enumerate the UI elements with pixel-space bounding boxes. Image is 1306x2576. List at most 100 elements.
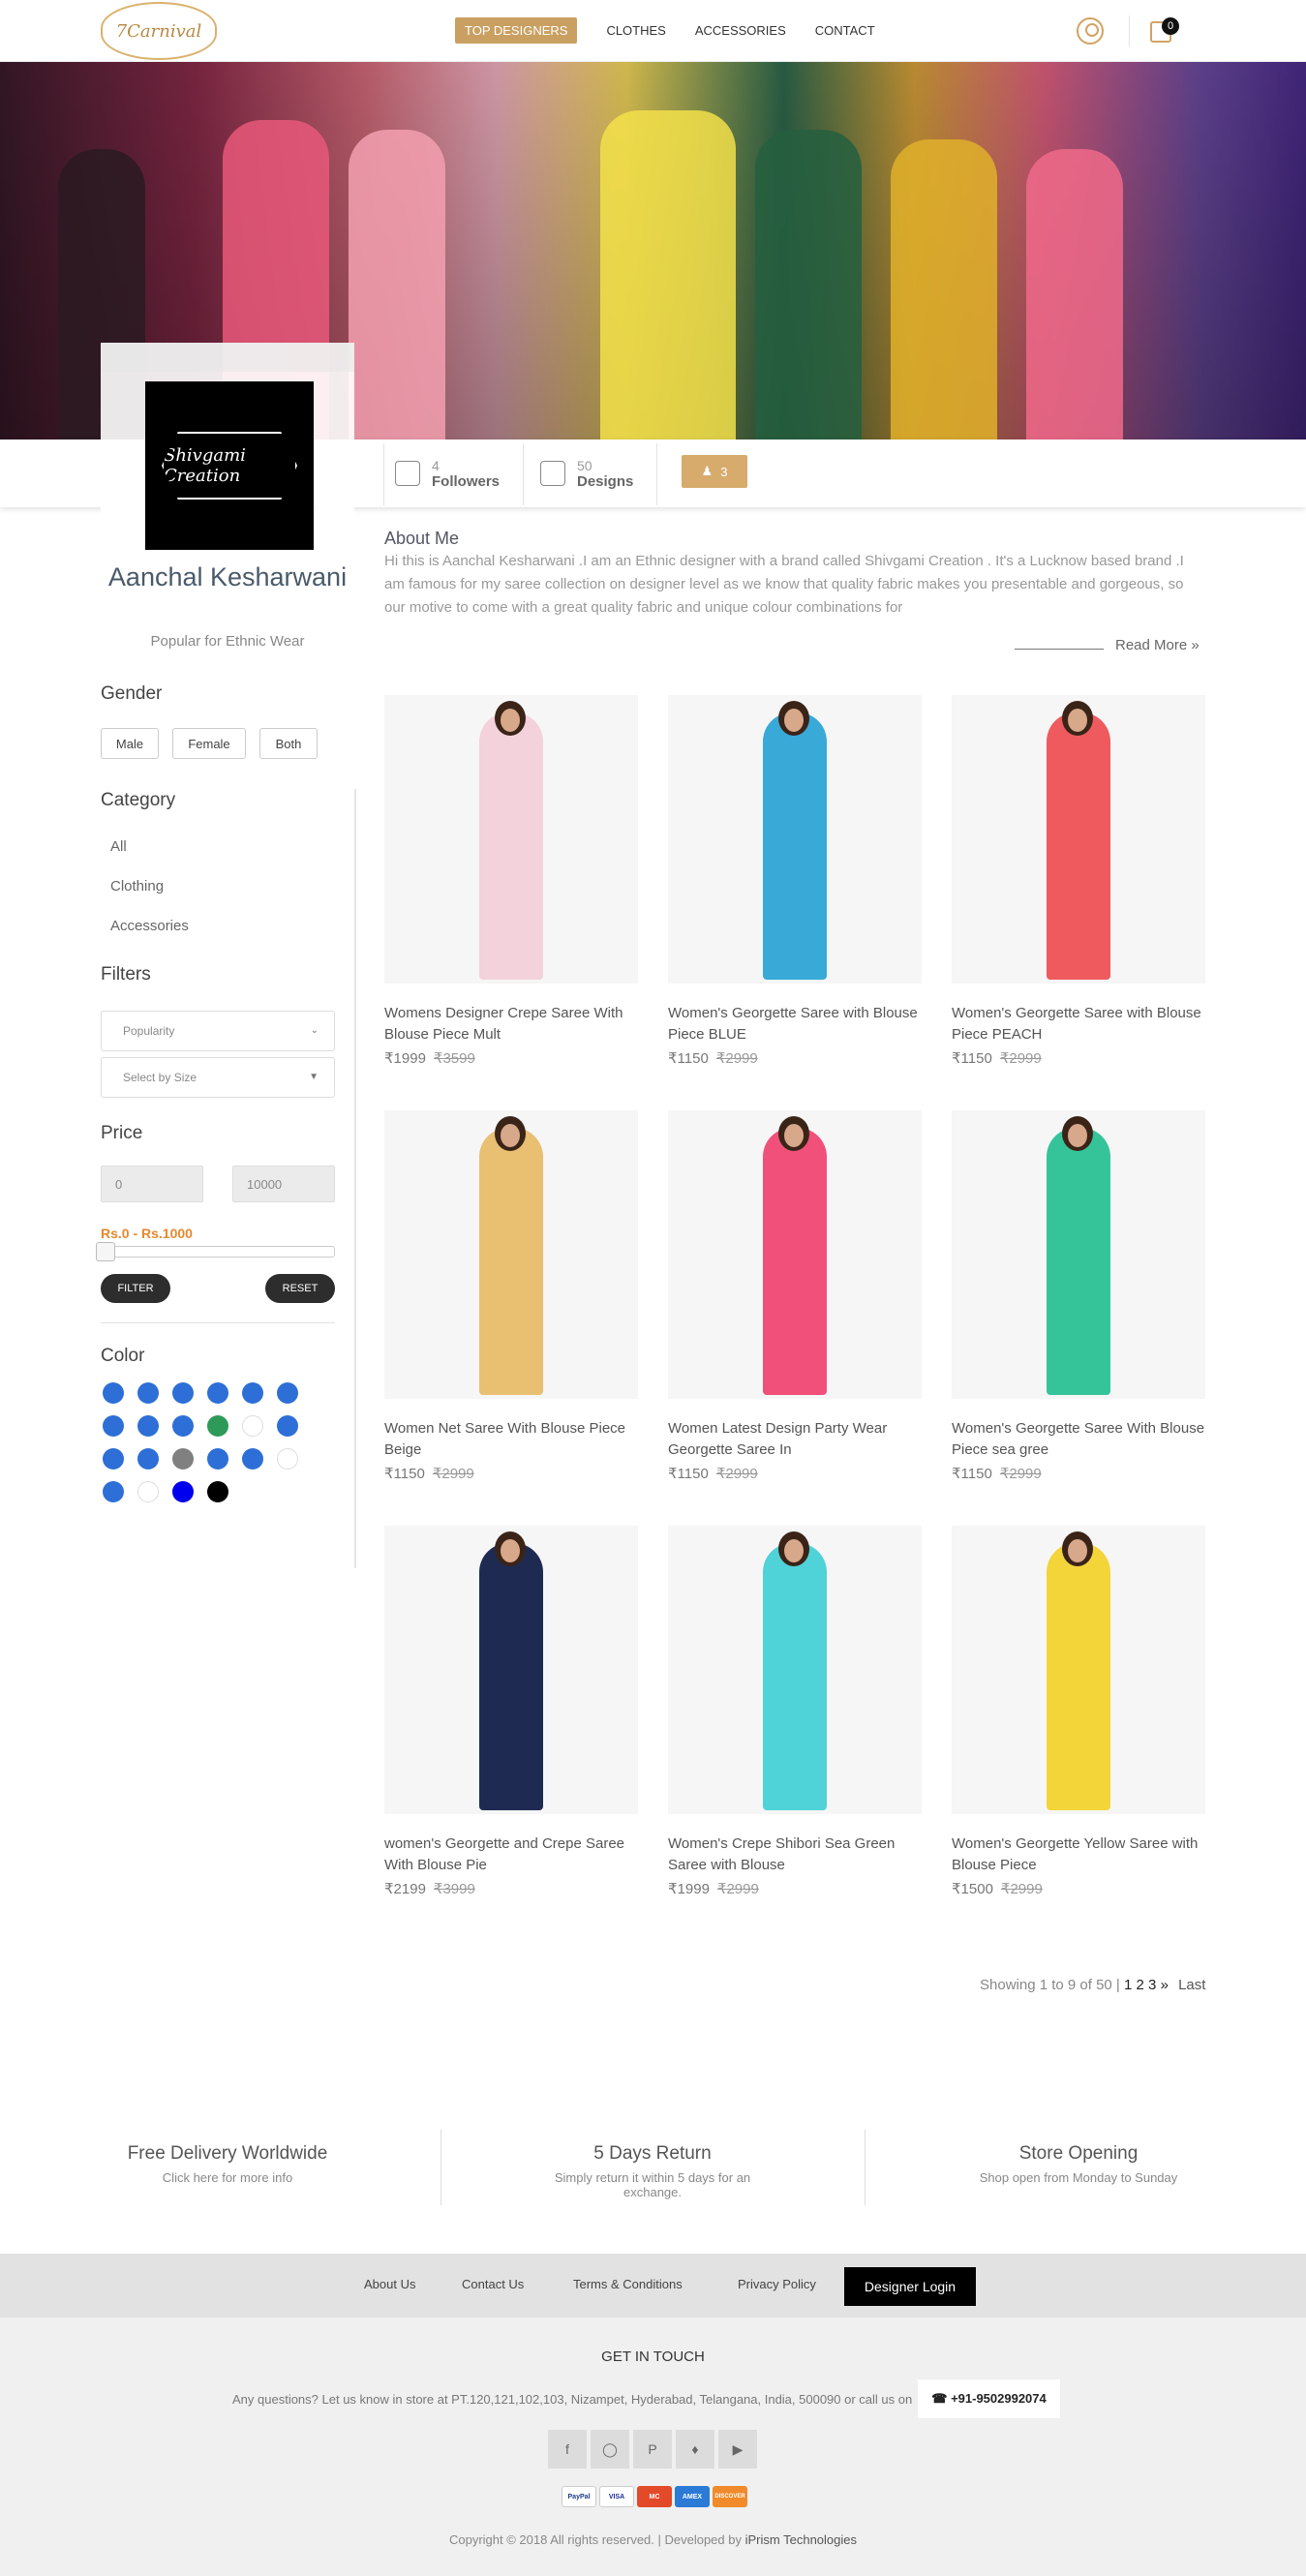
product-card[interactable]: Women's Georgette Saree with Blouse Piec… xyxy=(668,695,922,1067)
product-sale-price: ₹1999 xyxy=(384,1050,426,1067)
color-swatch[interactable] xyxy=(172,1448,194,1470)
footer-contact-link[interactable]: Contact Us xyxy=(462,2277,524,2291)
product-image[interactable] xyxy=(384,1110,638,1399)
about-text: Hi this is Aanchal Kesharwani .I am an E… xyxy=(384,553,1184,616)
feature-free-delivery[interactable]: Free Delivery Worldwide Click here for m… xyxy=(101,2143,354,2185)
facebook-icon[interactable]: f xyxy=(548,2430,587,2469)
product-price: ₹1150 ₹2999 xyxy=(384,1465,638,1482)
product-title[interactable]: Women's Georgette Saree With Blouse Piec… xyxy=(952,1418,1205,1461)
designs-count: 50 xyxy=(577,457,592,473)
product-image[interactable] xyxy=(384,695,638,984)
instagram-icon[interactable]: ◯ xyxy=(591,2430,629,2469)
product-card[interactable]: Women's Georgette Saree With Blouse Piec… xyxy=(952,1110,1205,1482)
product-title[interactable]: women's Georgette and Crepe Saree With B… xyxy=(384,1834,638,1876)
product-image[interactable] xyxy=(668,695,922,984)
color-swatch[interactable] xyxy=(137,1481,159,1502)
follow-button[interactable]: ♟ 3 xyxy=(682,455,747,488)
stat-divider xyxy=(383,443,384,505)
product-image[interactable] xyxy=(952,1526,1205,1814)
color-swatch[interactable] xyxy=(172,1382,194,1404)
product-image[interactable] xyxy=(668,1526,922,1814)
snapchat-icon[interactable]: ♦ xyxy=(676,2430,714,2469)
color-swatch[interactable] xyxy=(242,1415,263,1437)
pagination-last[interactable]: Last xyxy=(1178,1977,1205,1993)
product-title[interactable]: Women's Georgette Yellow Saree with Blou… xyxy=(952,1834,1205,1876)
product-title[interactable]: Women's Georgette Saree with Blouse Piec… xyxy=(668,1003,922,1046)
footer-privacy-link[interactable]: Privacy Policy xyxy=(738,2277,816,2291)
pagination-pages[interactable]: 1 2 3 xyxy=(1124,1977,1156,1993)
color-swatch[interactable] xyxy=(172,1415,194,1437)
color-swatch[interactable] xyxy=(242,1448,263,1470)
pinterest-icon[interactable]: P xyxy=(633,2430,672,2469)
stat-divider xyxy=(523,443,524,505)
color-swatch[interactable] xyxy=(137,1382,159,1404)
color-swatch[interactable] xyxy=(277,1382,298,1404)
reset-button[interactable]: RESET xyxy=(265,1274,335,1303)
color-swatch[interactable] xyxy=(277,1415,298,1437)
product-card[interactable]: women's Georgette and Crepe Saree With B… xyxy=(384,1526,638,1897)
color-swatch[interactable] xyxy=(277,1448,298,1470)
category-accessories[interactable]: Accessories xyxy=(110,918,189,934)
product-title[interactable]: Women Latest Design Party Wear Georgette… xyxy=(668,1418,922,1461)
nav-accessories[interactable]: ACCESSORIES xyxy=(695,23,786,38)
gender-male-button[interactable]: Male xyxy=(101,728,159,759)
product-image[interactable] xyxy=(668,1110,922,1399)
product-title[interactable]: Women Net Saree With Blouse Piece Beige xyxy=(384,1418,638,1461)
color-swatch[interactable] xyxy=(137,1415,159,1437)
product-card[interactable]: Women Net Saree With Blouse Piece Beige ₹… xyxy=(384,1110,638,1482)
category-all[interactable]: All xyxy=(110,838,127,855)
developer-link[interactable]: iPrism Technologies xyxy=(745,2532,857,2547)
product-image[interactable] xyxy=(952,1110,1205,1399)
designer-tagline: Popular for Ethnic Wear xyxy=(150,633,305,650)
phone-box[interactable]: ☎ +91-9502992074 xyxy=(918,2379,1060,2418)
nav-contact[interactable]: CONTACT xyxy=(815,23,875,38)
product-price: ₹1150 ₹2999 xyxy=(952,1049,1205,1067)
color-swatch[interactable] xyxy=(103,1448,124,1470)
color-swatch[interactable] xyxy=(242,1382,263,1404)
site-logo[interactable]: 7Carnival xyxy=(101,2,217,60)
product-original-price: ₹2999 xyxy=(999,1050,1042,1067)
color-swatch[interactable] xyxy=(103,1382,124,1404)
product-card[interactable]: Womens Designer Crepe Saree With Blouse … xyxy=(384,695,638,1067)
product-title[interactable]: Womens Designer Crepe Saree With Blouse … xyxy=(384,1003,638,1046)
footer-about-link[interactable]: About Us xyxy=(364,2277,415,2291)
product-image[interactable] xyxy=(384,1526,638,1814)
price-slider-track[interactable] xyxy=(101,1246,335,1258)
designer-login-button[interactable]: Designer Login xyxy=(844,2267,976,2306)
gender-both-button[interactable]: Both xyxy=(259,728,318,759)
product-image[interactable] xyxy=(952,695,1205,984)
product-card[interactable]: Women's Crepe Shibori Sea Green Saree wi… xyxy=(668,1526,922,1897)
color-swatch[interactable] xyxy=(207,1415,228,1437)
color-swatch[interactable] xyxy=(172,1481,194,1502)
product-card[interactable]: Women Latest Design Party Wear Georgette… xyxy=(668,1110,922,1482)
product-card[interactable]: Women's Georgette Saree with Blouse Piec… xyxy=(952,695,1205,1067)
color-swatch[interactable] xyxy=(103,1481,124,1502)
color-swatch[interactable] xyxy=(207,1448,228,1470)
filter-button[interactable]: FILTER xyxy=(101,1274,170,1303)
youtube-icon[interactable]: ▶ xyxy=(718,2430,757,2469)
price-max-input[interactable]: 10000 xyxy=(232,1166,335,1202)
footer-terms-link[interactable]: Terms & Conditions xyxy=(573,2277,683,2291)
gender-female-button[interactable]: Female xyxy=(172,728,246,759)
color-swatch[interactable] xyxy=(137,1448,159,1470)
product-title[interactable]: Women's Georgette Saree with Blouse Piec… xyxy=(952,1003,1205,1046)
sort-select[interactable]: Popularity ⌄ xyxy=(101,1011,335,1051)
price-slider-handle[interactable] xyxy=(96,1242,115,1261)
product-card[interactable]: Women's Georgette Yellow Saree with Blou… xyxy=(952,1526,1205,1897)
color-swatch[interactable] xyxy=(207,1382,228,1404)
follow-count: 3 xyxy=(720,464,728,479)
size-select[interactable]: Select by Size ▼ xyxy=(101,1057,335,1098)
product-price: ₹1150 ₹2999 xyxy=(668,1049,922,1067)
product-title[interactable]: Women's Crepe Shibori Sea Green Saree wi… xyxy=(668,1834,922,1876)
pagination-next[interactable]: » xyxy=(1161,1977,1169,1993)
product-original-price: ₹2999 xyxy=(715,1466,758,1482)
nav-clothes[interactable]: CLOTHES xyxy=(606,23,665,38)
nav-top-designers[interactable]: TOP DESIGNERS xyxy=(455,17,578,44)
color-swatch[interactable] xyxy=(103,1415,124,1437)
category-clothing[interactable]: Clothing xyxy=(110,878,164,894)
user-icon[interactable] xyxy=(1077,17,1104,45)
read-more-link[interactable]: Read More » xyxy=(1115,637,1200,653)
color-swatch[interactable] xyxy=(207,1481,228,1502)
copyright: Copyright © 2018 All rights reserved. | … xyxy=(0,2532,1306,2547)
price-min-input[interactable]: 0 xyxy=(101,1166,203,1202)
